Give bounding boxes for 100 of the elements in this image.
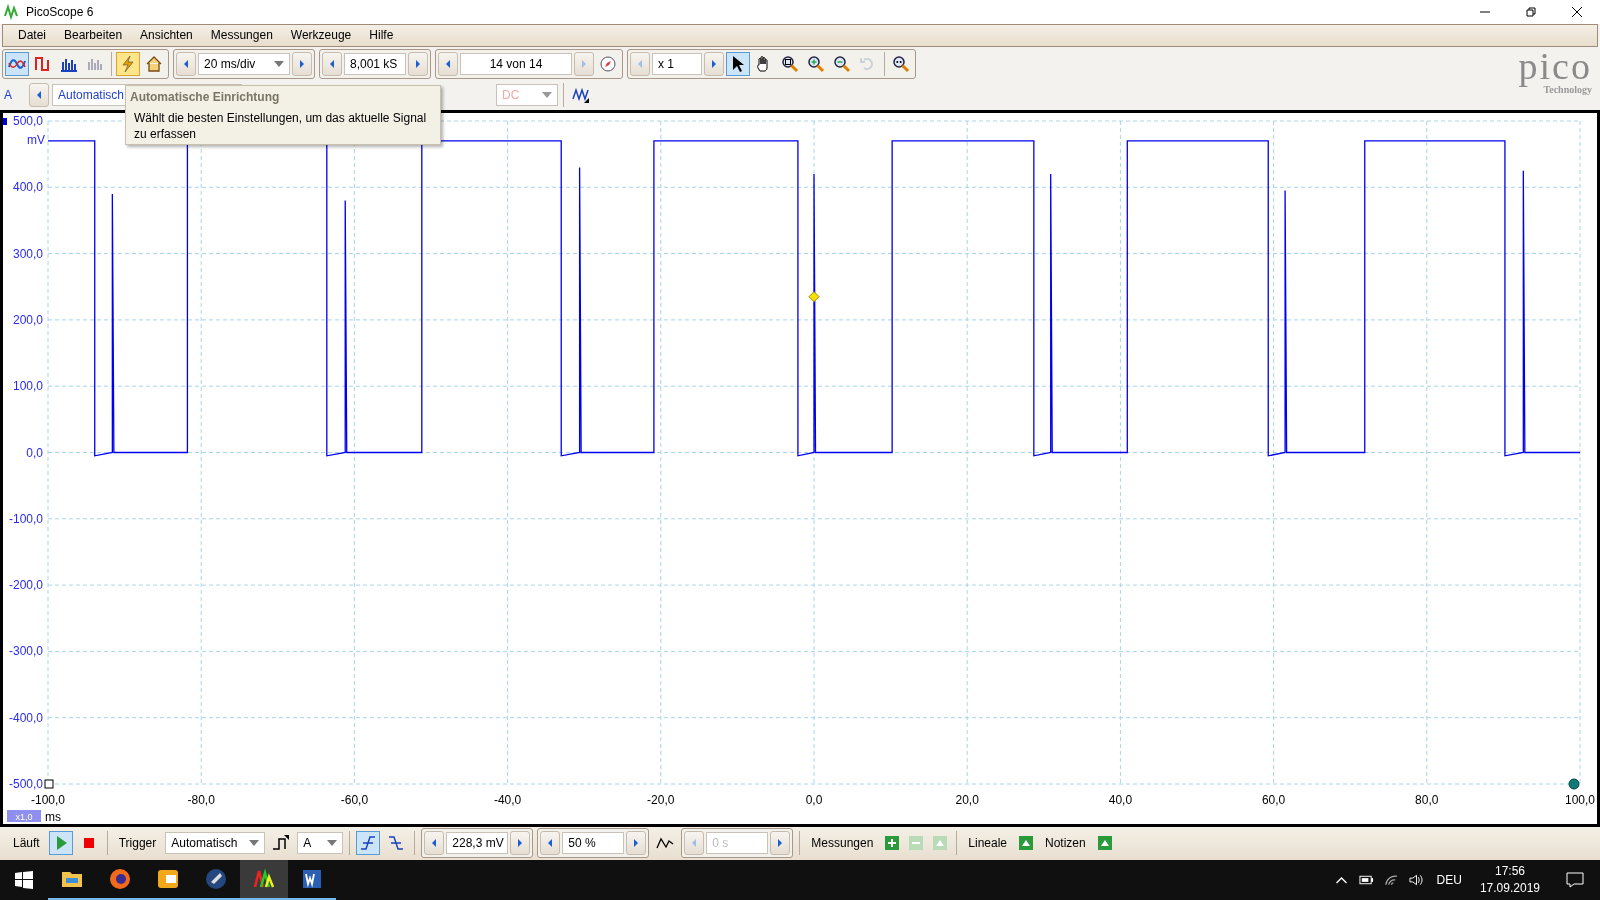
buffer-field[interactable]: 14 von 14 bbox=[460, 52, 572, 75]
battery-icon[interactable] bbox=[1358, 873, 1374, 887]
x-axis-label: -40,0 bbox=[493, 792, 522, 807]
ruler-handle[interactable] bbox=[1568, 778, 1580, 790]
next-button[interactable] bbox=[770, 831, 791, 856]
window-title: PicoScope 6 bbox=[26, 5, 94, 19]
dropdown-icon bbox=[274, 60, 284, 67]
x-axis-label: -80,0 bbox=[187, 792, 215, 807]
channel-selector[interactable]: A bbox=[4, 88, 26, 103]
right-arrow-icon bbox=[414, 58, 422, 69]
right-arrow-icon bbox=[298, 58, 306, 69]
measurements-label: Messungen bbox=[810, 836, 875, 851]
dropdown-icon bbox=[542, 92, 552, 99]
previous-button[interactable] bbox=[424, 831, 445, 856]
trigger-mode-dropdown[interactable]: Automatisch bbox=[165, 832, 266, 855]
menu-item[interactable]: Ansichten bbox=[131, 28, 202, 43]
y-axis-label: -400,0 bbox=[8, 710, 43, 725]
logo-text: pico bbox=[1518, 46, 1592, 85]
start-button[interactable] bbox=[48, 831, 73, 856]
pointer-tool-button[interactable] bbox=[726, 51, 750, 76]
left-arrow-icon bbox=[690, 838, 699, 849]
y-axis-label: 300,0 bbox=[12, 246, 43, 261]
x-axis-label: 40,0 bbox=[1108, 792, 1133, 807]
trigger-label: Trigger bbox=[117, 836, 158, 851]
dropdown-icon bbox=[249, 840, 260, 847]
samples-field[interactable]: 8,001 kS bbox=[344, 52, 406, 75]
right-arrow-icon bbox=[516, 838, 525, 849]
right-arrow-icon bbox=[776, 838, 785, 849]
menu-item[interactable]: Werkzeuge bbox=[281, 28, 361, 43]
lightning-icon bbox=[119, 54, 137, 73]
wave-icon bbox=[572, 86, 590, 105]
previous-button[interactable] bbox=[29, 83, 49, 108]
x-axis-label: 100,0 bbox=[1565, 792, 1595, 807]
left-arrow-icon bbox=[430, 838, 439, 849]
x-axis-label: 0,0 bbox=[805, 792, 823, 807]
notes-icon[interactable] bbox=[1097, 836, 1112, 851]
zoom-badge bbox=[7, 809, 41, 822]
x-axis-label: -60,0 bbox=[340, 792, 369, 807]
add-icon[interactable] bbox=[885, 836, 900, 851]
previous-button[interactable] bbox=[322, 51, 342, 76]
y-axis-label: -200,0 bbox=[8, 577, 43, 592]
y-axis-label: -300,0 bbox=[8, 644, 43, 659]
tooltip-text: Wählt die besten Einstellungen, um das aktuelle Signal zu erfassen bbox=[134, 109, 428, 142]
channel-marker[interactable] bbox=[3, 117, 7, 125]
x-axis-label: 60,0 bbox=[1261, 792, 1286, 807]
previous-button[interactable] bbox=[540, 831, 561, 856]
y-axis-label: -500,0 bbox=[8, 776, 43, 791]
clock-time[interactable]: 17:56 bbox=[1494, 863, 1525, 880]
run-status: Läuft bbox=[12, 836, 41, 851]
view-mode-button[interactable] bbox=[5, 51, 29, 76]
trigger-marker[interactable] bbox=[808, 291, 820, 302]
notification-icon[interactable] bbox=[1566, 872, 1584, 888]
previous-button[interactable] bbox=[176, 51, 196, 76]
axis-handle[interactable] bbox=[44, 779, 54, 789]
dropdown-icon bbox=[327, 840, 338, 847]
clock-date[interactable]: 17.09.2019 bbox=[1479, 880, 1540, 897]
menu-item[interactable]: Hilfe bbox=[360, 28, 403, 43]
x-axis-unit: ms bbox=[45, 809, 61, 824]
next-button[interactable] bbox=[292, 51, 312, 76]
magnifier-icon bbox=[781, 54, 799, 73]
menu-item[interactable]: Datei bbox=[9, 28, 55, 43]
left-arrow-icon bbox=[35, 90, 43, 101]
timebase-dropdown[interactable]: 20 ms/div bbox=[198, 52, 290, 75]
pre-trigger-field[interactable]: 50 % bbox=[562, 832, 625, 855]
notes-label: Notizen bbox=[1044, 836, 1087, 851]
wifi-icon[interactable] bbox=[1383, 873, 1399, 887]
speaker-icon[interactable] bbox=[1408, 873, 1424, 887]
left-arrow-icon bbox=[636, 58, 644, 69]
zoom-field[interactable]: x 1 bbox=[652, 52, 702, 75]
rulers-icon[interactable] bbox=[1019, 836, 1034, 851]
next-button[interactable] bbox=[704, 51, 724, 76]
next-button[interactable] bbox=[626, 831, 647, 856]
y-axis-label: 400,0 bbox=[12, 180, 43, 195]
next-button[interactable] bbox=[510, 831, 531, 856]
rulers-label: Lineale bbox=[967, 836, 1009, 851]
left-arrow-icon bbox=[328, 58, 336, 69]
x-axis-label: -100,0 bbox=[31, 792, 65, 807]
rising-edge-button[interactable] bbox=[356, 831, 381, 856]
logo-subtext: Technology bbox=[1543, 84, 1592, 95]
x-axis-label: 80,0 bbox=[1415, 792, 1439, 807]
x-axis-label: -20,0 bbox=[647, 792, 675, 807]
left-arrow-icon bbox=[444, 58, 452, 69]
document-icon bbox=[300, 867, 324, 891]
auto-setup-button[interactable] bbox=[116, 51, 140, 76]
y-axis-label: 500,0 bbox=[12, 113, 43, 128]
magnifier-icon bbox=[833, 54, 851, 73]
compass-icon bbox=[599, 54, 617, 73]
home-icon bbox=[145, 54, 163, 73]
pulse-icon bbox=[272, 834, 291, 853]
trigger-source-dropdown[interactable]: A bbox=[297, 832, 344, 855]
previous-button[interactable] bbox=[438, 51, 458, 76]
magnifier-icon bbox=[892, 54, 910, 73]
next-button[interactable] bbox=[408, 51, 428, 76]
language-indicator[interactable]: DEU bbox=[1436, 873, 1462, 887]
menu-item[interactable]: Messungen bbox=[201, 28, 282, 43]
taskbar-app-button[interactable] bbox=[240, 860, 288, 900]
y-axis-label: -100,0 bbox=[8, 511, 43, 526]
y-axis-label: 100,0 bbox=[12, 379, 43, 393]
threshold-field[interactable]: 228,3 mV bbox=[446, 832, 509, 855]
menu-item[interactable]: Bearbeiten bbox=[55, 28, 132, 43]
